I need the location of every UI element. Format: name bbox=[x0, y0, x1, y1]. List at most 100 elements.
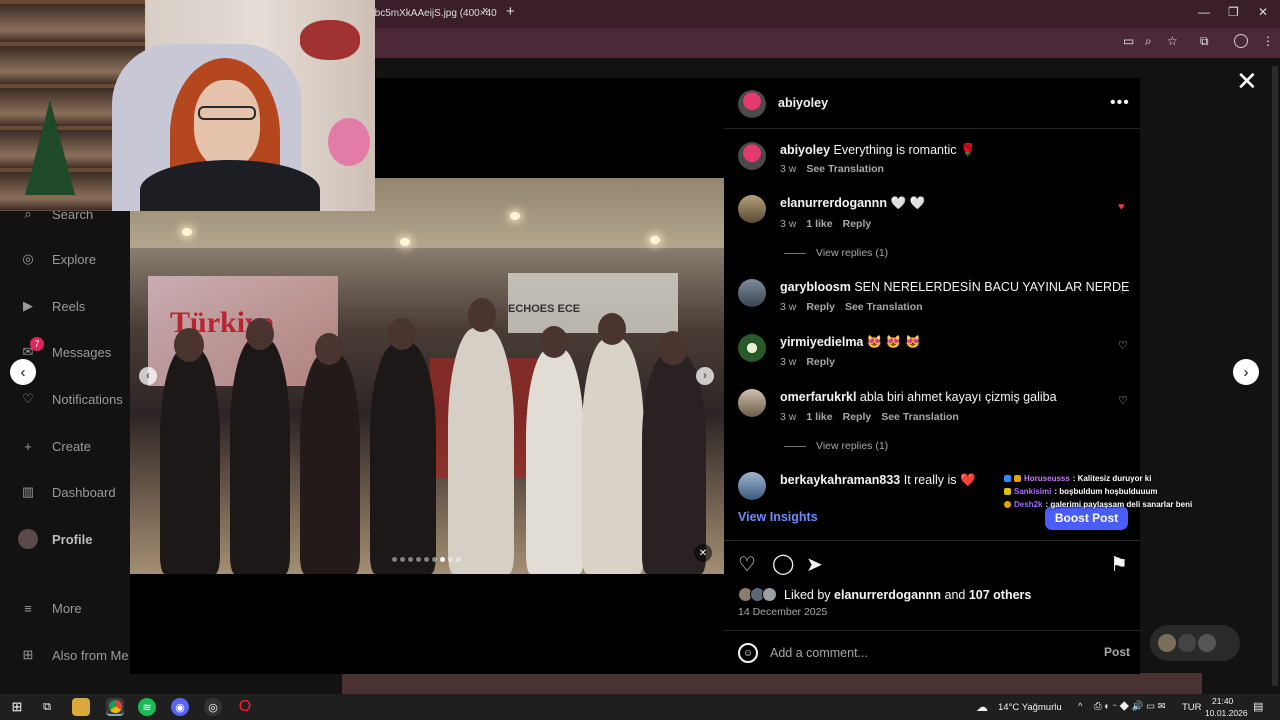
post-author[interactable]: abiyoley bbox=[778, 96, 828, 110]
chrome-icon[interactable] bbox=[106, 698, 124, 716]
post-comment-button[interactable]: Post bbox=[1104, 645, 1130, 659]
liked-by-others[interactable]: 107 others bbox=[969, 588, 1032, 602]
carousel-dot bbox=[392, 557, 397, 562]
see-translation-link[interactable]: See Translation bbox=[806, 163, 884, 175]
weather-text[interactable]: 14°C Yağmurlu bbox=[998, 702, 1062, 713]
avatar[interactable] bbox=[738, 389, 766, 417]
avatar[interactable] bbox=[738, 472, 766, 500]
like-heart-icon[interactable]: ♡ bbox=[738, 552, 756, 577]
clock-date[interactable]: 10.01.2026 bbox=[1205, 708, 1248, 718]
sidebar-item-more[interactable]: ≡ More bbox=[18, 596, 81, 620]
comment-user[interactable]: omerfarukrkl bbox=[780, 390, 856, 404]
person-head bbox=[468, 298, 496, 332]
task-view-icon[interactable]: ⧉ bbox=[38, 698, 56, 716]
comment-icon[interactable]: ◯ bbox=[772, 551, 794, 576]
mute-icon[interactable]: ✕ bbox=[694, 544, 712, 562]
reply-button[interactable]: Reply bbox=[806, 301, 835, 313]
messages-floating-button[interactable] bbox=[1150, 625, 1240, 661]
sidebar-item-notifications[interactable]: ♡ Notifications bbox=[18, 387, 123, 411]
comment-likes[interactable]: 1 like bbox=[806, 218, 832, 230]
sidebar-item-dashboard[interactable]: ▥ Dashboard bbox=[18, 480, 116, 504]
reply-button[interactable]: Reply bbox=[843, 411, 872, 423]
comment-user[interactable]: elanurrerdogannn bbox=[780, 196, 887, 210]
avatar[interactable] bbox=[738, 142, 766, 170]
browser-profile-icon[interactable] bbox=[1234, 34, 1248, 48]
like-comment-heart-icon[interactable]: ♡ bbox=[1118, 284, 1128, 297]
sidebar-item-also-from-meta[interactable]: ⊞ Also from Me bbox=[18, 643, 129, 667]
save-bookmark-icon[interactable]: ⚑ bbox=[1110, 552, 1128, 577]
zoom-icon[interactable]: ⌕ bbox=[1145, 34, 1152, 49]
tray-chevron-icon[interactable]: ^ bbox=[1078, 701, 1082, 712]
clock-time[interactable]: 21:40 bbox=[1212, 696, 1233, 706]
streamer-face bbox=[194, 80, 260, 168]
discord-icon[interactable]: ◉ bbox=[171, 698, 189, 716]
liked-by[interactable]: Liked by elanurrerdogannn and 107 others bbox=[784, 588, 1031, 602]
photo-next-icon[interactable]: › bbox=[696, 367, 714, 385]
avatar[interactable] bbox=[738, 334, 766, 362]
caption-user[interactable]: abiyoley bbox=[780, 143, 830, 157]
see-translation-link[interactable]: See Translation bbox=[845, 301, 923, 313]
reply-button[interactable]: Reply bbox=[843, 218, 872, 230]
view-insights-link[interactable]: View Insights bbox=[738, 510, 818, 524]
extensions-icon[interactable]: ⧉ bbox=[1200, 34, 1209, 49]
close-modal-icon[interactable]: ✕ bbox=[1236, 68, 1258, 94]
person bbox=[448, 328, 514, 574]
comment-likes[interactable]: 1 like bbox=[806, 411, 832, 423]
view-replies-button[interactable]: View replies (1) bbox=[784, 247, 888, 259]
spotify-icon[interactable]: ≋ bbox=[138, 698, 156, 716]
avatar[interactable] bbox=[738, 279, 766, 307]
share-icon[interactable]: ➤ bbox=[806, 552, 823, 577]
comment-user[interactable]: yirmiyedielma bbox=[780, 335, 863, 349]
sidebar-item-profile[interactable]: Profile bbox=[18, 527, 92, 551]
cast-icon[interactable]: ▭ bbox=[1123, 34, 1134, 48]
windows-start-icon[interactable]: ⊞ bbox=[8, 698, 26, 716]
reply-button[interactable]: Reply bbox=[806, 356, 835, 368]
comment-liked-heart-icon[interactable]: ♥ bbox=[1118, 201, 1125, 213]
tab-close-icon[interactable]: × bbox=[482, 5, 488, 17]
notification-center-icon[interactable]: ▤ bbox=[1253, 700, 1263, 713]
messages-badge: 7 bbox=[30, 337, 44, 351]
restore-button[interactable]: ❐ bbox=[1228, 5, 1239, 19]
previous-post-button[interactable]: ‹ bbox=[10, 359, 36, 385]
comment-text: SEN NERELERDESİN BACU YAYINLAR NERDE bbox=[854, 280, 1130, 294]
new-tab-button[interactable]: + bbox=[506, 3, 515, 20]
sidebar-item-explore[interactable]: ◎ Explore bbox=[18, 247, 96, 271]
chat-message: : Kalitesiz duruyor ki bbox=[1072, 474, 1152, 483]
emoji-icon[interactable]: ☺ bbox=[738, 643, 758, 663]
minimize-button[interactable]: — bbox=[1198, 5, 1210, 19]
avatar bbox=[1198, 634, 1216, 652]
liked-by-user[interactable]: elanurrerdogannn bbox=[834, 588, 941, 602]
avatar[interactable] bbox=[738, 90, 766, 118]
obs-icon[interactable]: ◎ bbox=[204, 698, 222, 716]
liked-by-prefix: Liked by bbox=[784, 588, 831, 602]
post-photo[interactable]: Türkiye ECHOES ECE ‹ › ✕ bbox=[130, 178, 724, 574]
sidebar-item-create[interactable]: + Create bbox=[18, 434, 91, 458]
page-scrollbar[interactable] bbox=[1272, 66, 1278, 686]
comment-user[interactable]: berkaykahraman833 bbox=[780, 473, 900, 487]
comment-text: 🤍 🤍 bbox=[890, 196, 926, 210]
windows-taskbar bbox=[0, 694, 1280, 720]
avatar bbox=[1178, 634, 1196, 652]
tray-icons[interactable]: ⎙ ◐ ⌁ ◆ 🔊 ▭ ✉ bbox=[1094, 701, 1166, 712]
like-comment-heart-icon[interactable]: ♡ bbox=[1118, 339, 1128, 352]
avatar[interactable] bbox=[738, 195, 766, 223]
carousel-dot-active bbox=[440, 557, 445, 562]
browser-tab[interactable]: Vbc5mXkAAeijS.jpg (400×40 bbox=[368, 4, 500, 24]
sidebar-item-reels[interactable]: ▶ Reels bbox=[18, 294, 85, 318]
window-close-button[interactable]: ✕ bbox=[1258, 5, 1268, 19]
weather-icon[interactable]: ☁ bbox=[976, 700, 988, 714]
more-options-icon[interactable]: ••• bbox=[1110, 94, 1130, 112]
comment-user[interactable]: garybloosm bbox=[780, 280, 851, 294]
next-post-button[interactable]: › bbox=[1233, 359, 1259, 385]
carousel-dot bbox=[416, 557, 421, 562]
photo-previous-icon[interactable]: ‹ bbox=[139, 367, 157, 385]
keyboard-language[interactable]: TUR bbox=[1182, 702, 1202, 713]
opera-icon[interactable]: O bbox=[236, 698, 254, 716]
browser-menu-icon[interactable]: ⋮ bbox=[1262, 34, 1274, 48]
bookmark-star-icon[interactable]: ☆ bbox=[1167, 34, 1178, 48]
file-explorer-icon[interactable] bbox=[72, 698, 90, 716]
see-translation-link[interactable]: See Translation bbox=[881, 411, 959, 423]
view-replies-button[interactable]: View replies (1) bbox=[784, 440, 888, 452]
like-comment-heart-icon[interactable]: ♡ bbox=[1118, 394, 1128, 407]
comment-input[interactable] bbox=[770, 643, 1070, 663]
